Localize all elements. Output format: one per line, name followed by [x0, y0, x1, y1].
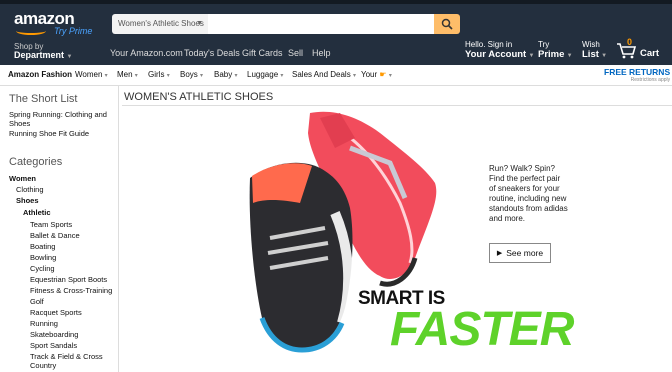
subnav-men-label: Men — [117, 70, 133, 79]
wish-list-menu[interactable]: Wish List ▼ — [582, 40, 607, 61]
shortlist-link-fit-guide[interactable]: Running Shoe Fit Guide — [9, 129, 113, 138]
headline-faster: FASTER — [390, 303, 574, 356]
fashion-subnav: Amazon Fashion Women ▾ Men ▾ Girls ▾ Boy… — [0, 65, 672, 86]
subnav-your-label: Your — [361, 70, 378, 79]
category-golf[interactable]: Golf — [30, 297, 44, 306]
subnav-sales-label: Sales And Deals — [292, 70, 351, 79]
subnav-girls[interactable]: Girls ▾ — [148, 70, 170, 79]
category-shoes[interactable]: Shoes — [16, 196, 39, 205]
nav-todays-deals[interactable]: Today's Deals — [184, 48, 240, 58]
caret-down-icon: ▼ — [566, 53, 573, 59]
caret-down-icon: ▾ — [134, 73, 138, 79]
chevron-down-icon: ▼ — [196, 20, 203, 27]
black-shoe-illustration — [249, 162, 354, 353]
caret-down-icon: ▾ — [234, 73, 238, 79]
wish-label: Wish — [582, 40, 600, 49]
categories-heading: Categories — [9, 156, 63, 168]
category-cycling[interactable]: Cycling — [30, 264, 55, 273]
category-bowling[interactable]: Bowling — [30, 253, 56, 262]
subnav-luggage[interactable]: Luggage ▾ — [247, 70, 283, 79]
prime-label: Prime — [538, 49, 565, 60]
search-category-label: Women's Athletic Shoes — [118, 19, 204, 28]
cart-label[interactable]: Cart — [640, 48, 659, 59]
caret-down-icon: ▼ — [66, 54, 73, 60]
caret-down-icon: ▾ — [166, 73, 170, 79]
category-athletic[interactable]: Athletic — [23, 208, 51, 217]
department-label: Department — [14, 50, 65, 60]
header: amazon Try Prime Women's Athletic Shoes … — [0, 0, 672, 65]
account-greeting: Hello. Sign in — [465, 40, 513, 49]
subnav-women-label: Women — [75, 70, 103, 79]
account-label: Your Account — [465, 49, 527, 60]
search-input[interactable] — [208, 14, 434, 34]
category-team-sports[interactable]: Team Sports — [30, 220, 72, 229]
nav-sell[interactable]: Sell — [288, 48, 303, 58]
nav-gift-cards[interactable]: Gift Cards — [242, 48, 283, 58]
caret-down-icon: ▾ — [388, 73, 392, 79]
shortlist-link-spring-running[interactable]: Spring Running: Clothing and Shoes — [9, 110, 113, 128]
header-promo-area[interactable] — [468, 14, 660, 34]
subnav-amazon-fashion[interactable]: Amazon Fashion — [8, 70, 72, 79]
prime-try-label: Try — [538, 40, 550, 49]
left-sidebar: The Short List Spring Running: Clothing … — [0, 86, 119, 372]
category-sport-sandals[interactable]: Sport Sandals — [30, 341, 77, 350]
caret-down-icon: ▾ — [280, 73, 284, 79]
shortlist-heading: The Short List — [9, 93, 78, 105]
category-fitness[interactable]: Fitness & Cross-Training — [30, 286, 112, 295]
caret-down-icon: ▼ — [528, 53, 535, 59]
subnav-baby-label: Baby — [214, 70, 233, 79]
see-more-button[interactable]: ▶ See more — [489, 243, 551, 263]
caret-down-icon: ▾ — [200, 73, 204, 79]
category-skateboarding[interactable]: Skateboarding — [30, 330, 78, 339]
caret-down-icon: ▾ — [104, 73, 108, 79]
nav-help[interactable]: Help — [312, 48, 331, 58]
try-prime-link[interactable]: Try Prime — [54, 26, 92, 36]
category-clothing[interactable]: Clothing — [16, 185, 44, 194]
subnav-your[interactable]: Your ☛ ▾ — [361, 70, 392, 79]
free-returns-badge[interactable]: FREE RETURNS Restrictions apply — [604, 68, 670, 84]
search-button[interactable] — [434, 14, 460, 34]
logo-smile-icon — [16, 27, 46, 35]
caret-down-icon: ▾ — [352, 73, 356, 79]
caret-down-icon: ▼ — [601, 53, 608, 59]
promo-blurb: Run? Walk? Spin? Find the perfect pair o… — [489, 164, 568, 223]
nav-your-amazon[interactable]: Your Amazon.com — [110, 48, 183, 58]
subnav-sales-deals[interactable]: Sales And Deals ▾ — [292, 70, 356, 79]
subnav-men[interactable]: Men ▾ — [117, 70, 138, 79]
play-arrow-icon: ▶ — [496, 250, 503, 257]
subnav-boys-label: Boys — [180, 70, 198, 79]
search-icon — [441, 18, 453, 30]
category-equestrian[interactable]: Equestrian Sport Boots — [30, 275, 107, 284]
prime-menu[interactable]: Try Prime ▼ — [538, 40, 573, 61]
subnav-baby[interactable]: Baby ▾ — [214, 70, 237, 79]
category-boating[interactable]: Boating — [30, 242, 55, 251]
account-menu[interactable]: Hello. Sign in Your Account ▼ — [465, 40, 534, 61]
subnav-boys[interactable]: Boys ▾ — [180, 70, 203, 79]
category-ballet-dance[interactable]: Ballet & Dance — [30, 231, 80, 240]
category-track-field[interactable]: Track & Field & Cross Country — [30, 352, 108, 370]
subnav-luggage-label: Luggage — [247, 70, 279, 79]
subnav-women[interactable]: Women ▾ — [75, 70, 108, 79]
category-racquet-sports[interactable]: Racquet Sports — [30, 308, 82, 317]
shop-by-department-menu[interactable]: Shop by Department ▼ — [14, 42, 72, 62]
header-top-strip — [0, 0, 672, 4]
list-label: List — [582, 49, 599, 60]
category-running[interactable]: Running — [30, 319, 58, 328]
hand-icon: ☛ — [379, 70, 387, 79]
search-category-select[interactable]: Women's Athletic Shoes ▼ — [112, 14, 208, 34]
cart-count: 0 — [627, 37, 633, 47]
title-divider — [122, 105, 672, 106]
restrictions-note: Restrictions apply — [630, 77, 671, 83]
subnav-girls-label: Girls — [148, 70, 165, 79]
see-more-label: See more — [506, 248, 544, 258]
category-women[interactable]: Women — [9, 174, 36, 183]
page-title: WOMEN'S ATHLETIC SHOES — [124, 91, 274, 103]
